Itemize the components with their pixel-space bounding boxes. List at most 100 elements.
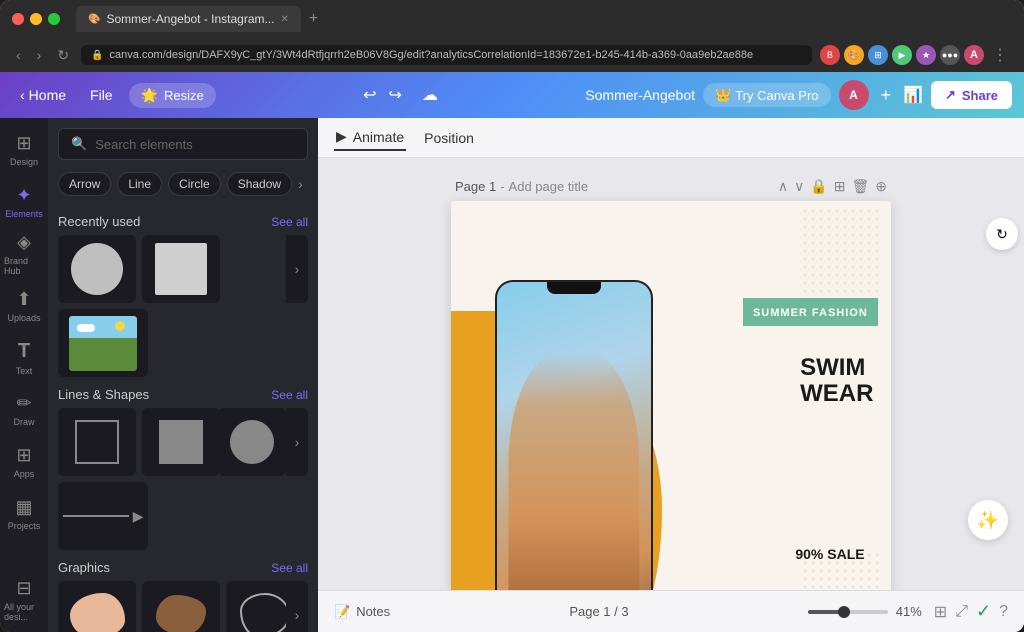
ext-icon-2[interactable]: 🎨 (844, 45, 864, 65)
landscape-cloud (77, 324, 95, 332)
animate-tab[interactable]: ▶ Animate (334, 124, 406, 151)
sale-text: 90% SALE (795, 546, 864, 562)
lines-shapes-next-button[interactable]: › (286, 408, 308, 476)
recent-item-circle[interactable] (58, 235, 136, 303)
search-box[interactable]: 🔍 Search elements (58, 128, 308, 160)
save-button[interactable]: ☁ (418, 81, 442, 109)
ext-icon-4[interactable]: ▶ (892, 45, 912, 65)
share-button[interactable]: ↗ Share (931, 81, 1012, 109)
page-1-add-title[interactable]: Add page title (509, 179, 589, 194)
sidebar-item-design[interactable]: ⊞ Design (4, 126, 44, 174)
recently-used-next-button[interactable]: › (286, 235, 308, 303)
resize-button[interactable]: 🌟 Resize (129, 83, 216, 108)
zoom-track (808, 610, 888, 614)
browser-tab[interactable]: 🎨 Sommer-Angebot - Instagram... ✕ (76, 6, 301, 32)
notes-icon: 📝 (334, 604, 350, 620)
ext-icon-5[interactable]: ★ (916, 45, 936, 65)
recent-item-square[interactable] (142, 235, 220, 303)
graphic-blob1-item[interactable] (58, 581, 136, 632)
redo-button[interactable]: ↪ (385, 81, 406, 109)
expand-button[interactable]: ⤢ (955, 603, 968, 621)
close-button[interactable] (12, 13, 24, 25)
lines-shapes-see-all[interactable]: See all (271, 388, 308, 402)
chip-line[interactable]: Line (117, 172, 162, 196)
shape-circle-item[interactable] (218, 408, 286, 476)
present-button[interactable]: ✓ (976, 601, 991, 622)
all-designs-label: All your desi... (4, 602, 44, 622)
maximize-button[interactable] (48, 13, 60, 25)
page-1-up-button[interactable]: ∧ (778, 178, 788, 195)
sidebar-item-projects[interactable]: ▦ Projects (4, 490, 44, 538)
sidebar-item-draw[interactable]: ✏ Draw (4, 386, 44, 434)
page-1-canvas[interactable]: SUMMER FASHION SWIM WEAR 90% SALE (451, 201, 891, 590)
sidebar-item-brand-hub[interactable]: ◈ Brand Hub (4, 230, 44, 278)
refresh-button[interactable]: ↻ (53, 45, 73, 66)
page-1-down-button[interactable]: ∨ (794, 178, 804, 195)
recently-used-title: Recently used (58, 214, 140, 229)
landscape-sun (115, 321, 125, 331)
canvas-scroll[interactable]: ↻ Page 1 - Add page title (318, 158, 1024, 590)
sidebar-item-elements[interactable]: ✦ Elements (4, 178, 44, 226)
grid-view-button[interactable]: ⊞ (934, 602, 947, 622)
user-avatar[interactable]: A (839, 80, 869, 110)
ext-icon-6[interactable]: ●●● (940, 45, 960, 65)
chip-arrow[interactable]: Arrow (58, 172, 111, 196)
sidebar-item-apps[interactable]: ⊞ Apps (4, 438, 44, 486)
graphics-next-button[interactable]: › (286, 581, 308, 632)
page-1-add-button[interactable]: ⊕ (875, 178, 887, 195)
page-1-copy-button[interactable]: ⊞ (834, 178, 846, 195)
help-button[interactable]: ? (999, 603, 1008, 621)
phone-person (509, 352, 640, 590)
summer-fashion-banner: SUMMER FASHION (743, 298, 878, 326)
zoom-slider[interactable] (808, 610, 888, 614)
tab-close-button[interactable]: ✕ (281, 14, 289, 25)
graphics-see-all[interactable]: See all (271, 561, 308, 575)
new-tab-button[interactable]: + (305, 6, 322, 32)
sidebar-item-all[interactable]: ⊟ All your desi... (4, 576, 44, 624)
ext-icon-1[interactable]: B (820, 45, 840, 65)
page-1-lock-button[interactable]: 🔒 (810, 178, 827, 195)
shape-square-filled-item[interactable] (142, 408, 220, 476)
recent-item-landscape[interactable] (58, 309, 148, 377)
search-input[interactable]: Search elements (95, 137, 193, 152)
page-1-wrapper: Page 1 - Add page title ∧ ∨ 🔒 ⊞ 🗑 (451, 178, 891, 590)
zoom-thumb[interactable] (838, 606, 850, 618)
url-bar[interactable]: 🔒 canva.com/design/DAFX9yC_gtY/3Wt4dRtfj… (81, 45, 812, 65)
profile-icon[interactable]: A (964, 45, 984, 65)
home-nav-button[interactable]: ‹ Home (12, 83, 74, 107)
page-1-header: Page 1 - Add page title ∧ ∨ 🔒 ⊞ 🗑 (451, 178, 891, 195)
invite-button[interactable]: + (877, 85, 896, 106)
brand-hub-icon: ◈ (17, 232, 31, 253)
uploads-icon: ⬆ (16, 289, 31, 310)
position-tab[interactable]: Position (422, 126, 476, 150)
back-button[interactable]: ‹ (12, 45, 25, 65)
magic-ai-button[interactable]: ✨ (968, 500, 1008, 540)
chip-shadow[interactable]: Shadow (227, 172, 292, 196)
shape-square-outlined-item[interactable] (58, 408, 136, 476)
elements-search-area: 🔍 Search elements (48, 118, 318, 168)
forward-button[interactable]: › (33, 45, 46, 65)
recently-used-see-all[interactable]: See all (271, 215, 308, 229)
projects-icon: ▦ (15, 497, 32, 518)
notes-button[interactable]: 📝 Notes (334, 604, 390, 620)
page-1-delete-button[interactable]: 🗑 (851, 178, 869, 195)
graphics-section-header: Graphics See all (58, 550, 308, 581)
minimize-button[interactable] (30, 13, 42, 25)
analytics-button[interactable]: 📊 (903, 85, 923, 105)
elements-panel-scroll[interactable]: Recently used See all (48, 204, 318, 632)
sidebar-item-text[interactable]: T Text (4, 334, 44, 382)
try-pro-button[interactable]: 👑 Try Canva Pro (703, 83, 831, 107)
ext-icon-3[interactable]: ⊞ (868, 45, 888, 65)
graphic-blob2-item[interactable] (142, 581, 220, 632)
titlebar: 🎨 Sommer-Angebot - Instagram... ✕ + (0, 0, 1024, 38)
shape-arrow-item[interactable]: ▶ (58, 482, 148, 550)
chip-circle[interactable]: Circle (168, 172, 221, 196)
draw-label: Draw (13, 417, 34, 427)
sidebar-item-uploads[interactable]: ⬆ Uploads (4, 282, 44, 330)
file-menu-button[interactable]: File (82, 83, 121, 107)
chips-more-button[interactable]: › (298, 176, 303, 192)
share-label: Share (962, 88, 998, 103)
canvas-refresh-button[interactable]: ↻ (986, 218, 1018, 250)
undo-button[interactable]: ↩ (359, 81, 380, 109)
browser-menu-button[interactable]: ⋮ (988, 43, 1012, 67)
